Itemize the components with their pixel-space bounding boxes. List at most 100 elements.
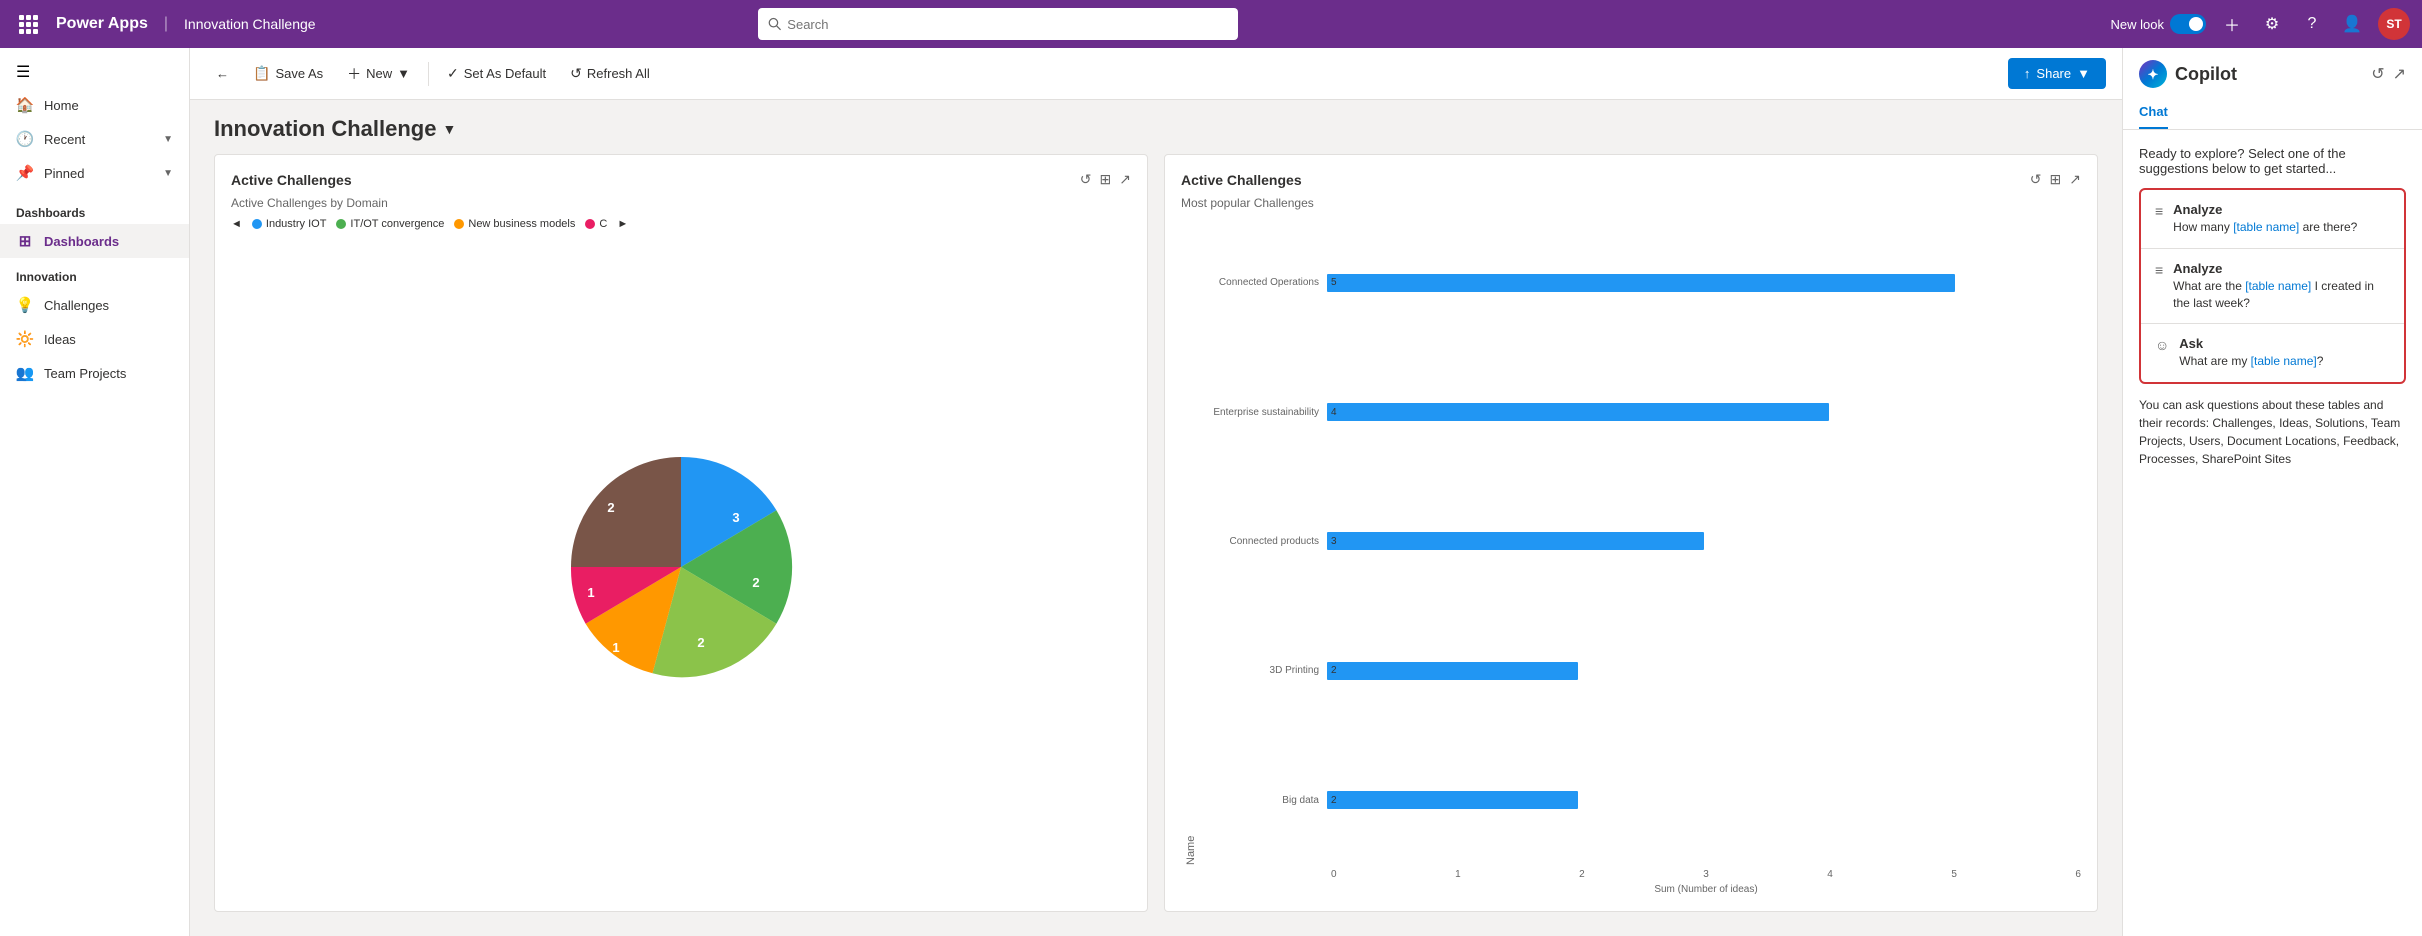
- sidebar-item-home[interactable]: 🏠 Home: [0, 88, 189, 122]
- legend-label-3: C: [599, 218, 607, 230]
- suggestion-1-link[interactable]: [table name]: [2245, 279, 2311, 293]
- y-label-1: Enterprise sustainability: [1213, 407, 1319, 418]
- right-card-refresh-icon[interactable]: ↺: [2030, 171, 2042, 188]
- innovation-section-label: Innovation: [0, 258, 189, 288]
- left-card-subtitle: Active Challenges by Domain: [231, 196, 1131, 210]
- hamburger-icon: ☰: [16, 62, 30, 82]
- legend-next-icon[interactable]: ►: [617, 218, 628, 230]
- x-axis-title: Sum (Number of ideas): [1181, 884, 2081, 895]
- refresh-all-button[interactable]: ↺ Refresh All: [560, 59, 660, 88]
- checkmark-icon: ✓: [447, 65, 459, 82]
- sidebar: ☰ 🏠 Home 🕐 Recent ▼ 📌 Pinned ▼ Dashboard…: [0, 48, 190, 936]
- right-card-expand-icon[interactable]: ⊞: [2050, 171, 2062, 188]
- copilot-popout-icon[interactable]: ↗: [2393, 64, 2406, 84]
- suggestion-2[interactable]: ☺ Ask What are my [table name]?: [2141, 324, 2404, 382]
- right-card-popout-icon[interactable]: ↗: [2069, 171, 2081, 188]
- sidebar-item-team-projects[interactable]: 👥 Team Projects: [0, 356, 189, 390]
- main-layout: ☰ 🏠 Home 🕐 Recent ▼ 📌 Pinned ▼ Dashboard…: [0, 48, 2422, 936]
- y-label-3: 3D Printing: [1270, 665, 1319, 676]
- sidebar-item-recent[interactable]: 🕐 Recent ▼: [0, 122, 189, 156]
- copilot-title: Copilot: [2175, 64, 2237, 85]
- page-title-chevron-icon[interactable]: ▼: [442, 121, 456, 137]
- sidebar-item-challenges[interactable]: 💡 Challenges: [0, 288, 189, 322]
- add-button[interactable]: ＋: [2218, 10, 2246, 38]
- x-tick-0: 0: [1331, 869, 1337, 880]
- suggestion-1-title: Analyze: [2173, 261, 2390, 276]
- share-label: Share: [2036, 66, 2071, 81]
- bar-fill-2: 3: [1327, 532, 1704, 550]
- suggestion-2-text: What are my [table name]?: [2179, 353, 2390, 370]
- y-axis-title: Name: [1181, 218, 1197, 865]
- new-button[interactable]: ＋ New ▼: [337, 58, 420, 90]
- pie-label-1: 2: [752, 575, 759, 590]
- bar-row-3: 2: [1327, 662, 2081, 680]
- set-as-default-button[interactable]: ✓ Set As Default: [437, 59, 556, 88]
- copilot-refresh-icon[interactable]: ↺: [2371, 64, 2384, 84]
- suggestion-0-link[interactable]: [table name]: [2233, 220, 2299, 234]
- new-label: New: [366, 66, 392, 81]
- bar-row-1: 4: [1327, 403, 2081, 421]
- left-card-refresh-icon[interactable]: ↺: [1080, 171, 1092, 188]
- bar-value-0: 5: [1331, 277, 1337, 288]
- left-card-popout-icon[interactable]: ↗: [1119, 171, 1131, 188]
- apps-grid-button[interactable]: [12, 8, 44, 40]
- bar-row-4: 2: [1327, 791, 2081, 809]
- suggestion-0-text: How many [table name] are there?: [2173, 219, 2390, 236]
- sidebar-item-pinned[interactable]: 📌 Pinned ▼: [0, 156, 189, 190]
- avatar[interactable]: ST: [2378, 8, 2410, 40]
- pie-chart: 3 2 2 1 1 2: [551, 437, 811, 697]
- challenges-icon: 💡: [16, 296, 34, 314]
- pie-label-5: 2: [607, 500, 614, 515]
- search-input[interactable]: [787, 17, 1228, 32]
- legend-dot-0: [252, 219, 262, 229]
- bar-value-4: 2: [1331, 795, 1337, 806]
- copilot-tabs: Chat: [2123, 96, 2422, 130]
- new-look-switch[interactable]: [2170, 14, 2206, 34]
- legend-prev-icon[interactable]: ◄: [231, 218, 242, 230]
- suggestion-1[interactable]: ≡ Analyze What are the [table name] I cr…: [2141, 249, 2404, 325]
- plus-icon: ＋: [347, 64, 361, 84]
- y-label-4: Big data: [1282, 795, 1319, 806]
- help-icon[interactable]: ?: [2298, 10, 2326, 38]
- save-as-button[interactable]: 📋 Save As: [243, 59, 333, 88]
- x-tick-3: 3: [1703, 869, 1709, 880]
- suggestion-0[interactable]: ≡ Analyze How many [table name] are ther…: [2141, 190, 2404, 249]
- share-button[interactable]: ↑ Share ▼: [2008, 58, 2106, 89]
- left-card-legend: ◄ Industry IOT IT/OT convergence New bus…: [231, 218, 1131, 230]
- bar-fill-0: 5: [1327, 274, 1955, 292]
- copilot-header: ✦ Copilot ↺ ↗: [2123, 48, 2422, 88]
- settings-icon[interactable]: ⚙: [2258, 10, 2286, 38]
- ideas-icon: 🔆: [16, 330, 34, 348]
- bar-fill-1: 4: [1327, 403, 1829, 421]
- suggestion-0-title: Analyze: [2173, 202, 2390, 217]
- x-tick-5: 5: [1951, 869, 1957, 880]
- save-as-label: Save As: [275, 66, 323, 81]
- svg-text:✦: ✦: [2148, 67, 2159, 82]
- suggestion-2-link[interactable]: [table name]: [2251, 354, 2317, 368]
- back-button[interactable]: ←: [206, 60, 239, 87]
- person-icon[interactable]: 👤: [2338, 10, 2366, 38]
- legend-item-1: IT/OT convergence: [336, 218, 444, 230]
- search-bar[interactable]: [758, 8, 1238, 40]
- brand-name: Power Apps: [56, 15, 148, 33]
- right-card-icons: ↺ ⊞ ↗: [2030, 171, 2081, 188]
- pie-label-4: 1: [587, 585, 594, 600]
- team-projects-label: Team Projects: [44, 366, 126, 381]
- ideas-label: Ideas: [44, 332, 76, 347]
- collapse-sidebar-button[interactable]: ☰: [0, 56, 189, 88]
- y-axis: Connected Operations Enterprise sustaina…: [1197, 218, 1327, 865]
- copilot-tab-chat[interactable]: Chat: [2139, 96, 2168, 129]
- x-tick-4: 4: [1827, 869, 1833, 880]
- bar-row-2: 3: [1327, 532, 2081, 550]
- dashboards-section-label: Dashboards: [0, 190, 189, 224]
- pinned-label: Pinned: [44, 166, 84, 181]
- save-icon: 📋: [253, 65, 270, 82]
- pie-chart-container: 3 2 2 1 1 2: [231, 238, 1131, 895]
- sidebar-item-dashboards[interactable]: ⊞ Dashboards: [0, 224, 189, 258]
- bar-value-1: 4: [1331, 407, 1337, 418]
- sidebar-item-ideas[interactable]: 🔆 Ideas: [0, 322, 189, 356]
- refresh-all-label: Refresh All: [587, 66, 650, 81]
- right-card-header: Active Challenges ↺ ⊞ ↗: [1181, 171, 2081, 188]
- left-card-expand-icon[interactable]: ⊞: [1100, 171, 1112, 188]
- top-nav-right: New look ＋ ⚙ ? 👤 ST: [2111, 8, 2410, 40]
